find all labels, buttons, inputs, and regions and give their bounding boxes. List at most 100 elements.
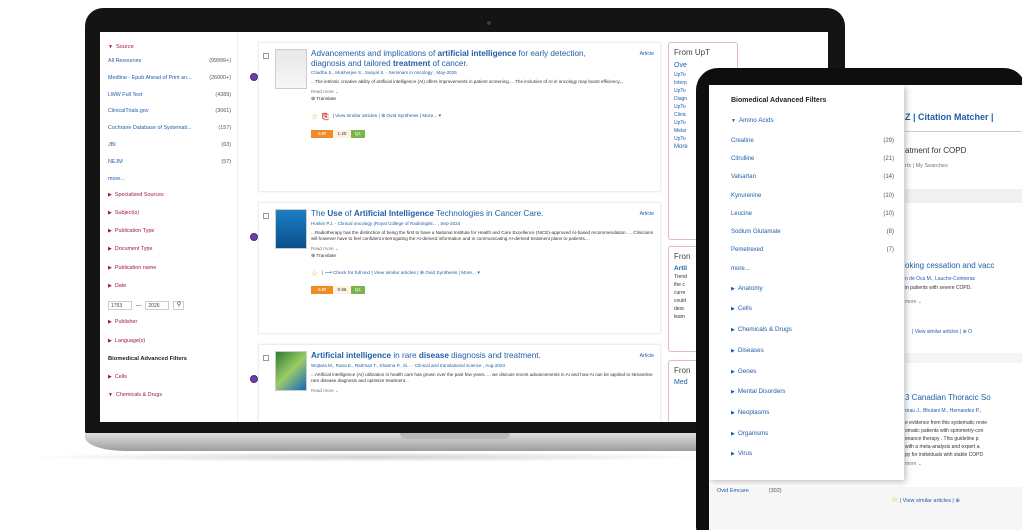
section-label: Neoplasms	[737, 408, 770, 416]
filter-section[interactable]: ▶ Document Type	[108, 246, 231, 252]
journal-metrics: SJR 1.20 Q1	[311, 129, 654, 138]
filter-section[interactable]: ▶ Publisher	[108, 319, 231, 325]
item-label: Citrulline	[731, 155, 755, 162]
filter-section[interactable]: ▶ Publication name	[108, 265, 231, 271]
search-icon[interactable]: ⚲	[173, 301, 185, 311]
actions-links[interactable]: | View similar articles | ⊕ O	[912, 329, 972, 335]
result-authors[interactable]: Wojtara M., Rana E., Rahman T., Khanna P…	[311, 363, 654, 368]
result-actions: ☆ | ⟶ Check for full text | View similar …	[311, 269, 654, 278]
filter-section[interactable]: ▶ Chemicals & Drugs	[731, 326, 894, 333]
filter-section[interactable]: ▶ Anatomy	[731, 285, 894, 292]
result-abstract: ...Radiotherapy has the distinction of b…	[311, 229, 653, 242]
section-label: Mental Disorders	[737, 388, 786, 396]
filter-section[interactable]: ▶ Virus	[731, 450, 894, 457]
chevron-right-icon: ▶	[731, 306, 735, 313]
title-highlight: Use	[327, 209, 343, 218]
actions-text: | View similar articles | ⊕	[899, 498, 960, 504]
search-tabs[interactable]: rts | My Searches	[905, 163, 948, 169]
result-checkbox[interactable]	[263, 213, 269, 219]
read-more-link[interactable]: more ⌄	[905, 299, 922, 305]
date-to-input[interactable]: 2026	[145, 301, 170, 311]
translate-link[interactable]: ⊕ Translate	[311, 97, 654, 102]
read-more-link[interactable]: Read more ⌄	[311, 388, 654, 394]
filter-section-expanded[interactable]: ▼ Chemicals & Drugs	[108, 392, 231, 398]
filter-section[interactable]: ▶ Genes	[731, 368, 894, 375]
date-range: 1753 — 2026 ⚲	[108, 301, 231, 311]
filter-item[interactable]: Citrulline (21)	[731, 156, 894, 162]
result-title[interactable]: Advancements and implications of artific…	[311, 49, 654, 68]
filter-section[interactable]: ▶ Date	[108, 283, 231, 289]
read-more-link[interactable]: Read more ⌄	[311, 89, 654, 95]
actions-links[interactable]: ☆ | View similar articles | ⊕	[891, 495, 960, 504]
filter-item[interactable]: Pemetrexed (7)	[731, 247, 894, 253]
panel-title: From UpT	[674, 48, 710, 57]
source-item[interactable]: Ovid Emcare (302)	[717, 488, 782, 494]
actions-links[interactable]: | View similar articles | ⊕ Ovid Synthes…	[333, 114, 441, 119]
result-authors[interactable]: n de Oca M., Laucho-Contreras	[905, 276, 975, 282]
filter-section[interactable]: ▶ Diseases	[731, 347, 894, 354]
filter-section[interactable]: ▶ Cells	[731, 305, 894, 312]
filter-item[interactable]: Leucine (10)	[731, 211, 894, 217]
result-authors[interactable]: Hoskin P.J. - Clinical oncology (Royal C…	[311, 221, 654, 226]
filter-section[interactable]: ▶ Subject(s)	[108, 210, 231, 216]
chevron-down-icon: ▼	[731, 118, 736, 124]
biomedical-filter-panel: Biomedical Advanced Filters ▼ Amino Acids…	[709, 85, 904, 480]
item-label: Leucine	[731, 210, 753, 217]
result-title[interactable]: The Use of Artificial Intelligence Techn…	[311, 209, 654, 219]
translate-label: Translate	[316, 254, 337, 260]
title-highlight: treatment	[392, 58, 431, 68]
filter-section[interactable]: ▶ Specialized Sources	[108, 192, 231, 198]
star-icon[interactable]: ☆	[311, 269, 318, 278]
filter-section[interactable]: ▶ Cells	[108, 374, 231, 380]
filter-section[interactable]: ▶ Organisms	[731, 430, 894, 437]
source-item[interactable]: NEJM (57)	[108, 159, 231, 165]
source-item[interactable]: JBI (63)	[108, 142, 231, 148]
filter-section[interactable]: ▶ Neoplasms	[731, 409, 894, 416]
chevron-right-icon: ▶	[108, 209, 112, 216]
source-label: Medline - Epub Ahead of Print an...	[108, 74, 192, 81]
result-checkbox[interactable]	[263, 53, 269, 59]
more-link[interactable]: more...	[108, 176, 231, 182]
filter-item[interactable]: Valsartan (14)	[731, 174, 894, 180]
title-text: diagnosis and treatment.	[448, 351, 541, 360]
translate-link[interactable]: ⊕ Translate	[311, 254, 654, 259]
section-label: Amino Acids	[738, 117, 774, 124]
filter-item[interactable]: Kynurenine (10)	[731, 193, 894, 199]
source-item[interactable]: Cochrane Database of Systemati... (157)	[108, 125, 231, 131]
chevron-right-icon: ▶	[731, 327, 735, 334]
expand-toggle-icon[interactable]	[250, 233, 258, 241]
filter-section[interactable]: ▶ Mental Disorders	[731, 388, 894, 395]
source-item[interactable]: Medline - Epub Ahead of Print an... (2600…	[108, 75, 231, 81]
filter-item[interactable]: Sodium Glutamate (8)	[731, 229, 894, 235]
filter-source-header[interactable]: ▼ Source	[108, 44, 231, 50]
result-checkbox[interactable]	[263, 355, 269, 361]
filter-item[interactable]: Creatine (29)	[731, 138, 894, 144]
source-item[interactable]: ClinicalTrials.gov (3061)	[108, 108, 231, 114]
pdf-icon[interactable]: ⎘	[322, 112, 328, 122]
item-label: Kynurenine	[731, 192, 762, 199]
expand-toggle-icon[interactable]	[250, 375, 258, 383]
result-authors[interactable]: reau J., Bhutani M., Hernandez P.,	[905, 408, 981, 414]
filter-section[interactable]: ▶ Publication Type	[108, 228, 231, 234]
source-item[interactable]: All Resources (99999+)	[108, 58, 231, 64]
result-title[interactable]: 3 Canadian Thoracic So	[905, 393, 991, 402]
source-item[interactable]: LWW Full Text (4389)	[108, 92, 231, 98]
item-label: Valsartan	[731, 174, 756, 181]
star-icon[interactable]: ☆	[891, 495, 898, 504]
read-more-link[interactable]: more ⌄	[905, 461, 922, 467]
filter-section[interactable]: ▶ Language(s)	[108, 338, 231, 344]
more-link[interactable]: more...	[731, 266, 894, 272]
source-count: (26000+)	[209, 74, 231, 81]
top-nav-links[interactable]: Z | Citation Matcher |	[905, 112, 994, 122]
source-count: (157)	[218, 125, 231, 132]
expand-toggle-icon[interactable]	[250, 73, 258, 81]
read-more-link[interactable]: Read more ⌄	[311, 246, 654, 252]
result-authors[interactable]: Chadha S., Mukherjee S., Sanyal S. - Sem…	[311, 70, 654, 75]
star-icon[interactable]: ☆	[311, 112, 318, 121]
actions-links[interactable]: | ⟶ Check for full text | View similar a…	[322, 271, 480, 276]
filter-section-expanded[interactable]: ▼ Amino Acids	[731, 117, 894, 124]
result-title[interactable]: oking cessation and vacc	[905, 261, 994, 270]
date-from-input[interactable]: 1753	[108, 301, 132, 311]
result-title[interactable]: Artificial intelligence in rare disease …	[311, 351, 654, 361]
section-label: Cells	[114, 373, 127, 380]
